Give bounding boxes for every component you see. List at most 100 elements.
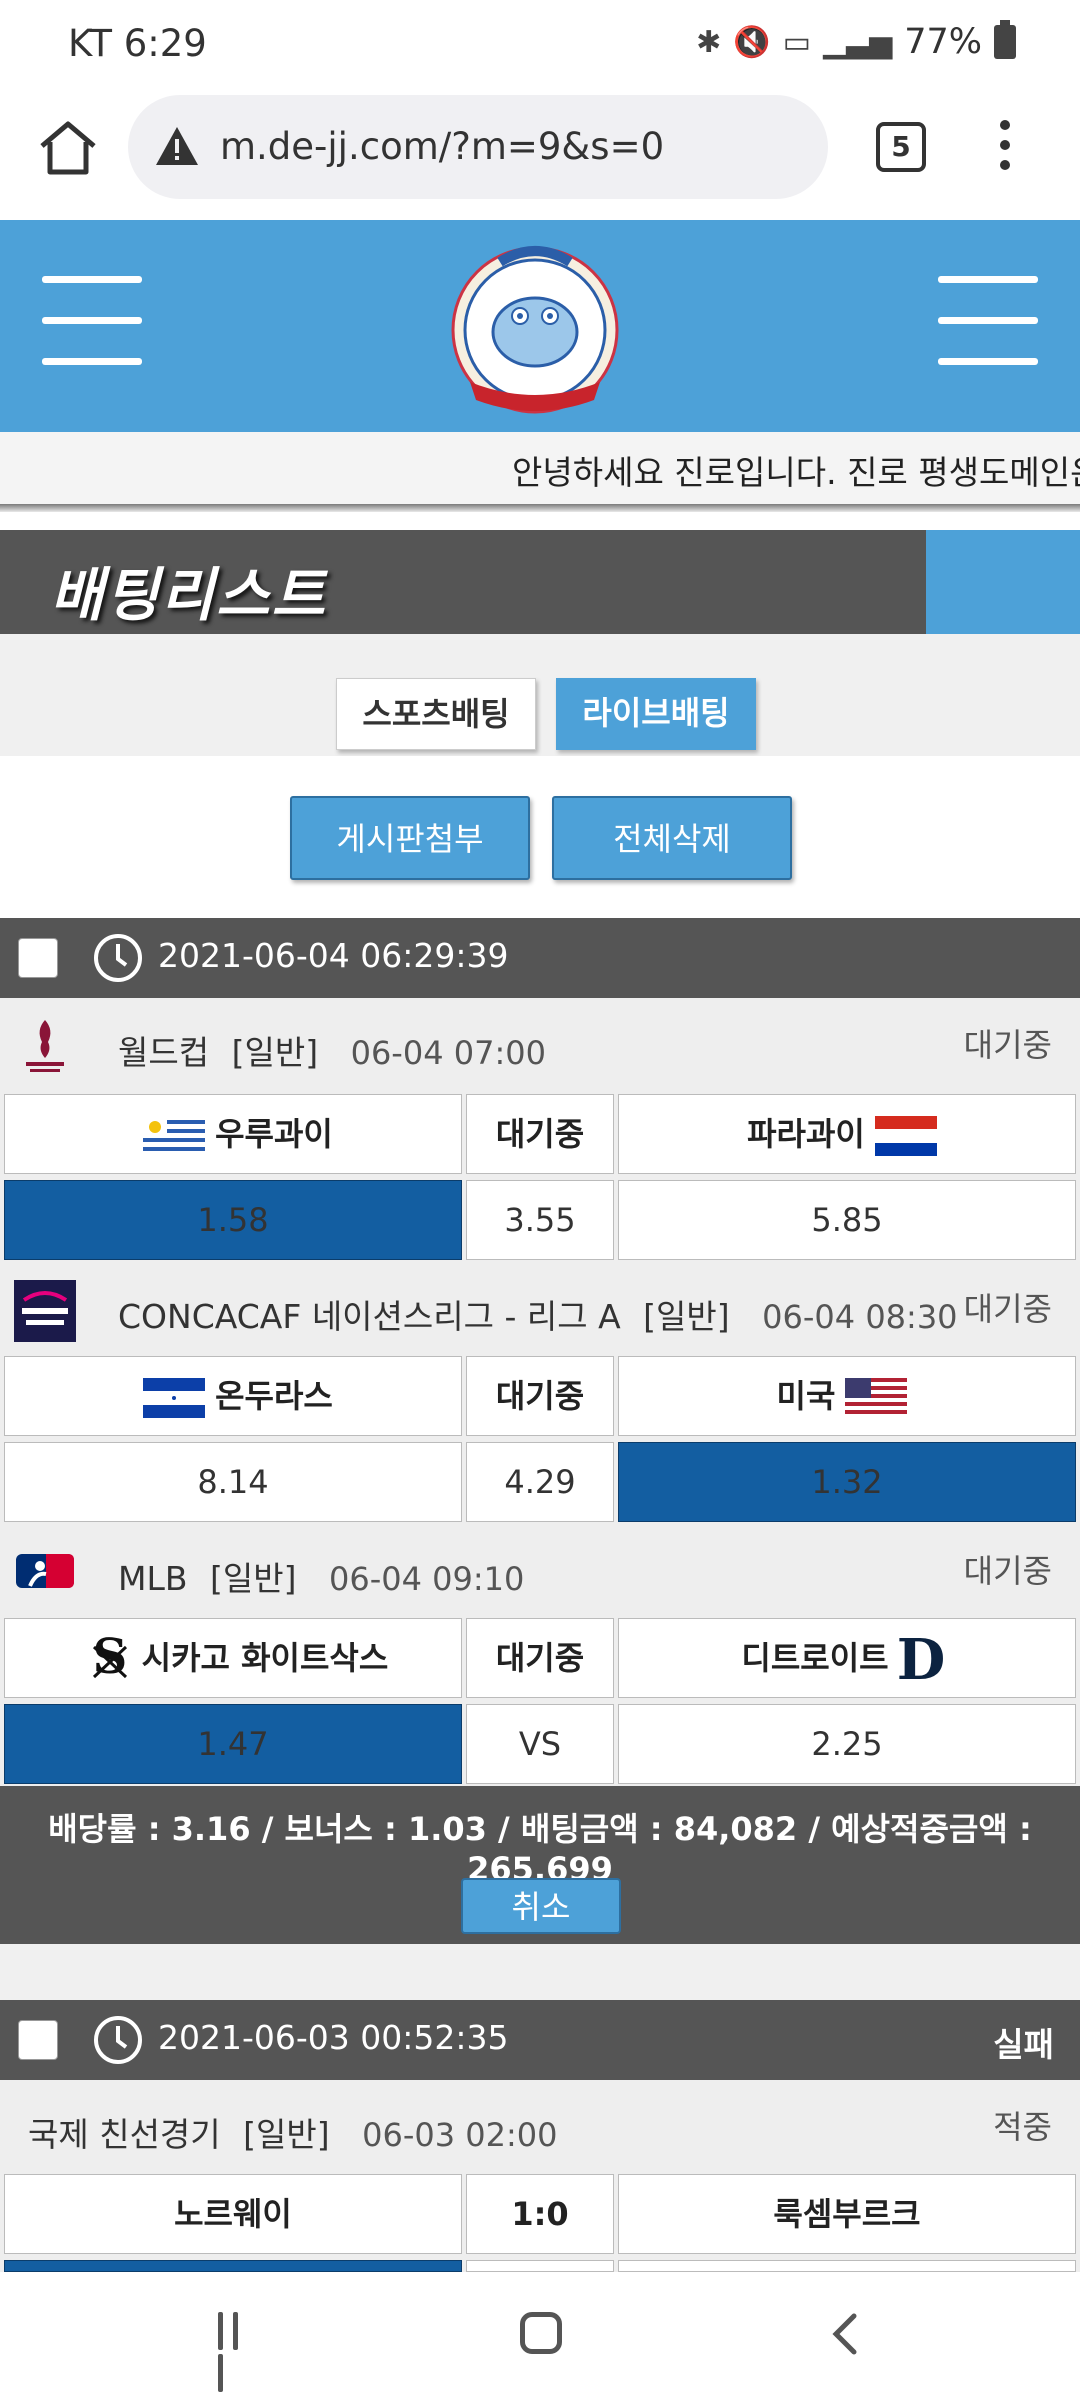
bet-summary-text: 배당률 : 3.16 / 보너스 : 1.03 / 배팅금액 : 84,082 … [48, 1810, 1032, 1888]
warning-icon [156, 127, 198, 165]
attach-to-board-button[interactable]: 게시판첨부 [290, 796, 530, 880]
honduras-flag-icon [143, 1378, 206, 1418]
odds-row: 1.58 3.55 5.85 [0, 1176, 1080, 1262]
match-status: 적중 [993, 2108, 1052, 2146]
left-menu-icon[interactable] [42, 276, 142, 366]
match-type: [일반] [210, 1559, 297, 1598]
action-buttons: 게시판첨부 전체삭제 [0, 756, 1080, 918]
back-icon[interactable] [826, 2312, 866, 2356]
tab-switcher-button[interactable]: 5 [876, 122, 926, 172]
away-team: 파라과이 [618, 1094, 1076, 1174]
away-team-name: 디트로이트 [741, 1639, 889, 1677]
odds-row: 8.14 4.29 1.32 [0, 1438, 1080, 1524]
url-text: m.de-jj.com/?m=9&s=0 [220, 125, 665, 168]
home-team: 온두라스 [4, 1356, 462, 1436]
away-team: 미국 [618, 1356, 1076, 1436]
home-icon [40, 121, 96, 175]
right-menu-icon[interactable] [938, 276, 1038, 366]
odds-away[interactable]: 5.85 [618, 1180, 1076, 1260]
jinro-logo[interactable] [430, 232, 640, 428]
home-team-name: 우루과이 [215, 1115, 333, 1153]
away-team: 룩셈부르크 [618, 2174, 1076, 2254]
league-name: CONCACAF 네이션스리그 - 리그 A [118, 1297, 621, 1336]
site-header [0, 220, 1080, 432]
teams-row: S 시카고 화이트삭스 대기중 디트로이트 D [0, 1614, 1080, 1700]
odds-away-partial [618, 2260, 1076, 2272]
cancel-bet-button[interactable]: 취소 [461, 1878, 621, 1934]
browser-home-button[interactable] [36, 116, 100, 180]
draw-label: 대기중 [466, 1094, 614, 1174]
teams-row: 노르웨이 1:0 룩셈부르크 [0, 2170, 1080, 2256]
score: 1:0 [466, 2174, 614, 2254]
mlb-logo-icon [16, 1554, 74, 1588]
league-info: 월드컵 [일반] 06-04 07:00 [118, 1026, 546, 1074]
nations-league-logo-icon [14, 1280, 76, 1342]
home-team-name: 시카고 화이트삭스 [141, 1639, 389, 1677]
odds-away[interactable]: 2.25 [618, 1704, 1076, 1784]
bet-timestamp: 2021-06-04 06:29:39 [158, 936, 509, 975]
home-team: 노르웨이 [4, 2174, 462, 2254]
more-options-icon[interactable] [990, 120, 1020, 176]
odds-home[interactable]: 1.47 [4, 1704, 462, 1784]
recent-apps-icon[interactable] [218, 2312, 262, 2392]
bet-timestamp: 2021-06-03 00:52:35 [158, 2018, 509, 2057]
title-banner: 배팅리스트 [0, 530, 1080, 634]
svg-text:S: S [92, 1629, 127, 1685]
teams-row: 온두라스 대기중 미국 [0, 1352, 1080, 1438]
url-bar[interactable]: m.de-jj.com/?m=9&s=0 [128, 95, 828, 199]
match-type: [일반] [643, 1297, 730, 1336]
league-name: 월드컵 [118, 1033, 210, 1072]
odds-vs[interactable]: VS [466, 1704, 614, 1784]
uruguay-flag-icon [143, 1116, 206, 1156]
tab-live-betting[interactable]: 라이브배팅 [556, 678, 756, 750]
bet-type-tabs: 스포츠배팅 라이브배팅 [0, 634, 1080, 756]
odds-row: 1.47 VS 2.25 [0, 1700, 1080, 1786]
carrier-time: KT 6:29 [68, 22, 207, 65]
match-datetime: 06-04 08:30 [762, 1298, 958, 1336]
world-cup-logo-icon [26, 1020, 64, 1072]
league-info: 국제 친선경기 [일반] 06-03 02:00 [28, 2108, 558, 2156]
odds-away[interactable]: 1.32 [618, 1442, 1076, 1522]
battery-icon [994, 20, 1016, 59]
odds-draw[interactable]: 3.55 [466, 1180, 614, 1260]
svg-text:D: D [899, 1627, 943, 1687]
bet-checkbox[interactable] [18, 938, 58, 978]
match-datetime: 06-04 09:10 [328, 1560, 525, 1598]
usa-flag-icon [845, 1378, 908, 1418]
status-bar: KT 6:29 ✱ 🔇 ▭ ▁▃▅ 77% [0, 0, 1080, 92]
odds-home[interactable]: 8.14 [4, 1442, 462, 1522]
notice-text: 안녕하세요 진로입니다. 진로 평생도메인은 [512, 453, 1080, 492]
match-datetime: 06-03 02:00 [362, 2116, 558, 2154]
browser-toolbar: m.de-jj.com/?m=9&s=0 5 [0, 92, 1080, 220]
notice-marquee: 안녕하세요 진로입니다. 진로 평생도메인은 [0, 432, 1080, 504]
delete-all-button[interactable]: 전체삭제 [552, 796, 792, 880]
home-team: S 시카고 화이트삭스 [4, 1618, 462, 1698]
odds-draw[interactable]: 4.29 [466, 1442, 614, 1522]
clock-icon [94, 2016, 142, 2064]
away-team-name: 미국 [776, 1377, 836, 1415]
bet-checkbox[interactable] [18, 2020, 58, 2060]
league-info: CONCACAF 네이션스리그 - 리그 A [일반] 06-04 08:30 [118, 1290, 958, 1338]
odds-home[interactable]: 1.58 [4, 1180, 462, 1260]
white-sox-logo-icon: S [92, 1629, 127, 1685]
match-datetime: 06-04 07:00 [350, 1034, 546, 1072]
match-header: MLB [일반] 06-04 09:10 대기중 [0, 1524, 1080, 1616]
bet-status: 실패 [993, 2025, 1054, 2064]
draw-label: 대기중 [466, 1618, 614, 1698]
tab-sports-betting[interactable]: 스포츠배팅 [336, 678, 536, 750]
match-type: [일반] [243, 2115, 330, 2154]
home-team: 우루과이 [4, 1094, 462, 1174]
hd-icon: ▭ [782, 24, 811, 60]
spacer [0, 1944, 1080, 2000]
odds-row [0, 2256, 1080, 2272]
home-button-icon[interactable] [520, 2312, 562, 2354]
page-title: 배팅리스트 [50, 561, 327, 629]
draw-label: 대기중 [466, 1356, 614, 1436]
league-info: MLB [일반] 06-04 09:10 [118, 1552, 524, 1600]
match-status: 대기중 [963, 1026, 1052, 1064]
league-name: 국제 친선경기 [28, 2115, 221, 2154]
match-header: 국제 친선경기 [일반] 06-03 02:00 적중 [0, 2080, 1080, 2172]
odds-draw-partial [466, 2260, 614, 2272]
clock-icon [94, 934, 142, 982]
battery-percent: 77% [904, 22, 982, 62]
